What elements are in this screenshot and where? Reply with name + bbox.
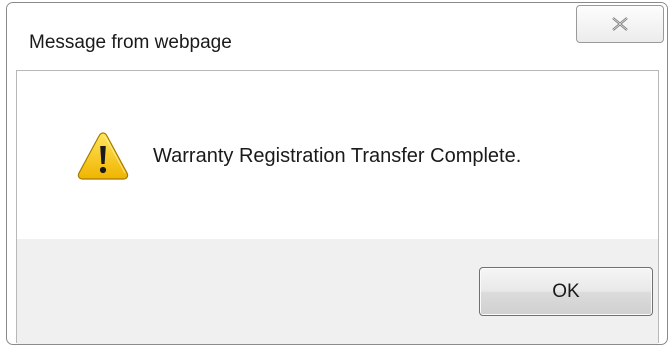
ok-button[interactable]: OK bbox=[479, 267, 653, 316]
dialog-body: Warranty Registration Transfer Complete.… bbox=[16, 70, 659, 344]
close-icon bbox=[612, 17, 628, 31]
dialog-footer: OK bbox=[17, 239, 658, 344]
dialog-title: Message from webpage bbox=[29, 32, 232, 53]
dialog-titlebar[interactable]: Message from webpage bbox=[7, 3, 667, 72]
warning-icon bbox=[77, 132, 129, 180]
message-dialog: Message from webpage Warranty Registrati… bbox=[6, 2, 668, 345]
close-button[interactable] bbox=[576, 5, 664, 43]
dialog-message: Warranty Registration Transfer Complete. bbox=[153, 145, 522, 167]
